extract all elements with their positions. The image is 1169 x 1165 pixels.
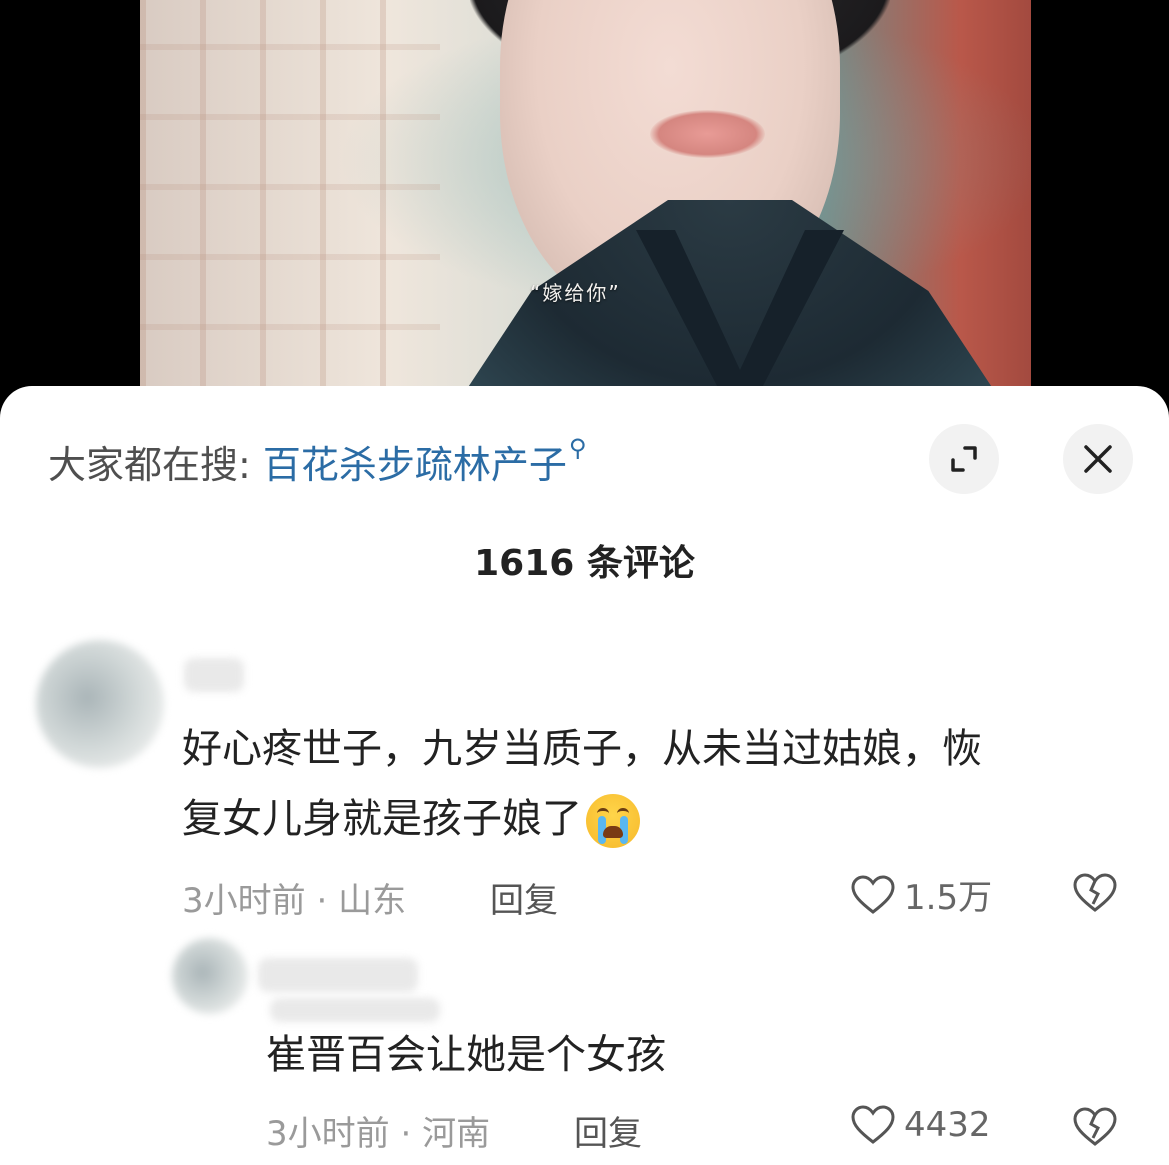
reply-button[interactable]: 回复 xyxy=(490,873,558,922)
comment-body: 好心疼世子，九岁当质子，从未当过姑娘，恢 复女儿身就是孩子娘了 xyxy=(182,714,1142,854)
avatar[interactable] xyxy=(172,938,248,1014)
reply-button[interactable]: 回复 xyxy=(574,1106,642,1155)
video-player[interactable]: “嫁给你” xyxy=(0,0,1169,400)
search-term-link[interactable]: 百花杀步疏林产子 xyxy=(263,443,567,487)
comment-time: 3小时前 xyxy=(266,1114,390,1154)
like-count: 1.5万 xyxy=(904,878,993,918)
comment-count: 1616 条评论 xyxy=(474,543,695,584)
comment-line: 复女儿身就是孩子娘了 xyxy=(182,784,1142,854)
search-icon: ⚲ xyxy=(568,434,587,462)
author-badge xyxy=(270,998,440,1022)
comment-meta: 3小时前 · 山东 xyxy=(182,873,406,922)
meta-separator: · xyxy=(389,1114,423,1154)
username[interactable] xyxy=(184,658,244,692)
comment-body: 崔晋百会让她是个女孩 xyxy=(266,1032,666,1078)
dislike-button[interactable] xyxy=(1072,872,1118,918)
comment-meta: 3小时前 · 河南 xyxy=(266,1106,490,1155)
crying-emoji-icon xyxy=(586,794,640,848)
broken-heart-icon xyxy=(1073,873,1117,912)
dislike-button[interactable] xyxy=(1072,1106,1118,1152)
comment-time: 3小时前 xyxy=(182,881,306,921)
comment-location: 河南 xyxy=(422,1114,491,1154)
meta-separator: · xyxy=(305,881,339,921)
like-button[interactable]: 1.5万 xyxy=(850,870,992,919)
trending-search[interactable]: 大家都在搜: 百花杀步疏林产子⚲ xyxy=(48,434,586,489)
username[interactable] xyxy=(258,958,418,992)
search-prefix: 大家都在搜: xyxy=(48,443,263,487)
video-frame xyxy=(140,0,1031,400)
close-button[interactable] xyxy=(1063,424,1133,494)
heart-icon xyxy=(851,874,895,914)
comment-location: 山东 xyxy=(338,881,407,921)
avatar[interactable] xyxy=(36,640,164,768)
expand-icon xyxy=(951,446,977,472)
expand-button[interactable] xyxy=(929,424,999,494)
comment-line: 好心疼世子，九岁当质子，从未当过姑娘，恢 xyxy=(182,726,982,772)
like-count: 4432 xyxy=(904,1105,991,1145)
heart-icon xyxy=(851,1105,895,1144)
broken-heart-icon xyxy=(1073,1107,1117,1146)
video-subtitle: “嫁给你” xyxy=(530,281,621,305)
close-icon xyxy=(1084,445,1112,473)
like-button[interactable]: 4432 xyxy=(850,1104,991,1146)
comment-sheet: 大家都在搜: 百花杀步疏林产子⚲ 1616 条评论 好心疼世子，九岁当质子，从未… xyxy=(0,386,1169,1165)
window-lattice xyxy=(140,0,440,400)
lips-shape xyxy=(650,110,765,158)
